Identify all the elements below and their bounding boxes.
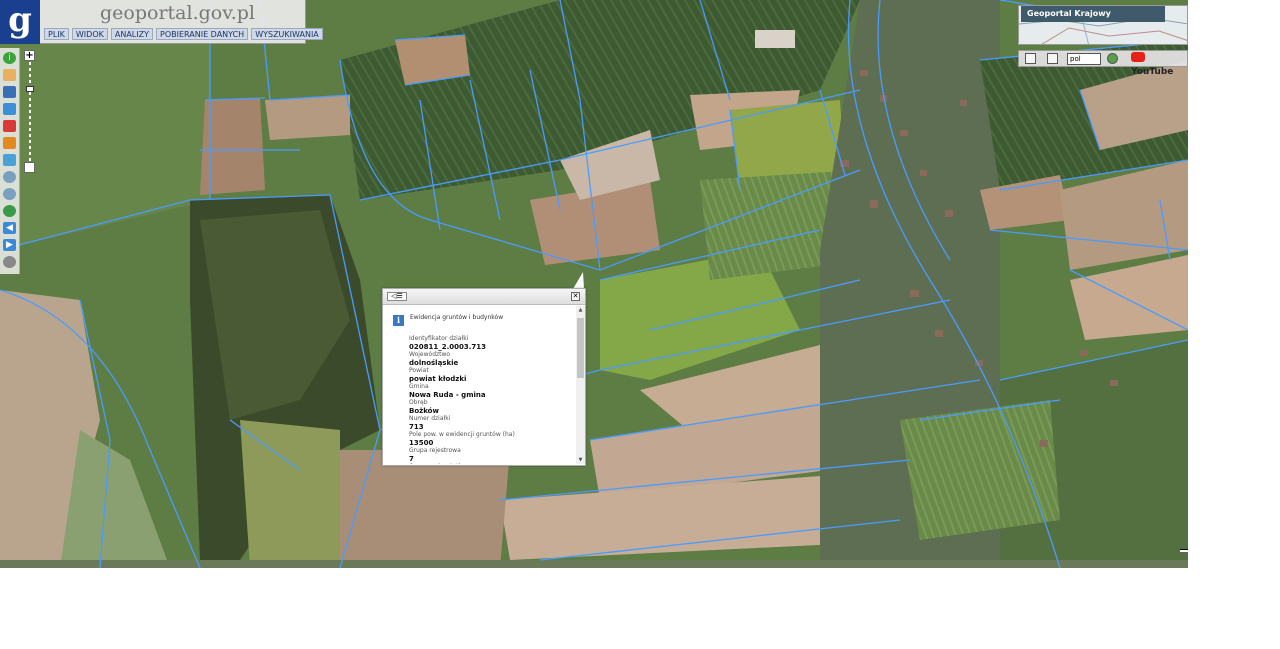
zoom-handle[interactable] (26, 86, 34, 92)
help-icon[interactable] (1107, 53, 1118, 64)
main-menu: PLIK WIDOK ANALIZY POBIERANIE DANYCH WYS… (44, 28, 323, 40)
left-toolbar: i ◀ ▶ (0, 48, 20, 274)
attribute-label: Pole pow. w ewidencji gruntów (ha) (409, 431, 515, 438)
print-icon[interactable] (3, 120, 16, 132)
attribute-label: Powiat (409, 367, 429, 374)
forward-icon[interactable]: ▶ (3, 239, 16, 251)
brand-title: geoportal.gov.pl (100, 2, 255, 24)
overview-map[interactable]: Geoportal Krajowy (1018, 5, 1188, 45)
attribute-list: Identyfikator działki 020811_2.0003.713 Wo… (409, 335, 574, 464)
back-icon[interactable]: ◀ (3, 222, 16, 234)
attribute-value: powiat kłodzki (409, 375, 467, 383)
popup-scrollbar[interactable]: ▲ ▼ (576, 306, 585, 464)
popup-titlebar: ◁☰ ✕ (383, 289, 585, 305)
globe-icon[interactable] (3, 205, 16, 217)
bookmark-icon[interactable] (1025, 53, 1036, 64)
aerial-photo (0, 0, 1188, 568)
feature-info-popup: ◁☰ ✕ i Ewidencja gruntów i budynków Iden… (382, 288, 586, 466)
scroll-down-icon[interactable]: ▼ (577, 457, 584, 463)
attribute-label: Gmina (409, 383, 429, 390)
menu-analizy[interactable]: ANALIZY (110, 28, 153, 40)
attribute-label: Identyfikator działki (409, 335, 469, 342)
attribute-value: 13500 (409, 439, 434, 447)
zoom-plus-button[interactable]: + (24, 50, 35, 61)
menu-widok[interactable]: WIDOK (71, 28, 108, 40)
info-icon[interactable]: i (3, 52, 16, 64)
zoom-track[interactable] (29, 62, 31, 162)
menu-plik[interactable]: PLIK (44, 28, 69, 40)
zoom-slider[interactable]: + (24, 50, 36, 174)
popup-collapse-button[interactable]: ◁☰ (387, 292, 407, 301)
full-extent-icon[interactable] (3, 256, 16, 268)
select-icon[interactable] (3, 103, 16, 115)
app-header: g geoportal.gov.pl PLIK WIDOK ANALIZY PO… (0, 0, 323, 44)
attribute-label: Obręb (409, 399, 428, 406)
attribute-label: Grupa rejestrowa (409, 447, 461, 454)
attribute-label: Numer działki (409, 415, 451, 422)
attribute-label: Województwo (409, 351, 451, 358)
layers-icon[interactable] (3, 86, 16, 98)
attribute-value: Nowa Ruda - gmina (409, 391, 486, 399)
attribute-value: dolnośląskie (409, 359, 459, 367)
scroll-up-icon[interactable]: ▲ (577, 307, 584, 313)
youtube-link[interactable]: YouTube (1131, 52, 1187, 79)
language-select[interactable]: pol (1067, 53, 1101, 65)
printer-icon[interactable] (1047, 53, 1058, 64)
overview-title: Geoportal Krajowy (1021, 6, 1165, 22)
menu-pobieranie-danych[interactable]: POBIERANIE DANYCH (156, 28, 249, 40)
zoom-in-icon[interactable] (3, 171, 16, 183)
right-toolbar: pol YouTube (1018, 50, 1188, 77)
zoom-out-icon[interactable] (3, 188, 16, 200)
popup-close-button[interactable]: ✕ (571, 292, 580, 301)
attribute-value: Bożków (409, 407, 439, 415)
scroll-thumb[interactable] (577, 318, 584, 378)
attribute-value: 713 (409, 423, 424, 431)
geoportal-logo[interactable]: g (0, 0, 40, 44)
youtube-label: YouTube (1131, 67, 1174, 77)
attribute-value: 7 (409, 455, 414, 463)
scale-icon[interactable] (3, 154, 16, 166)
zoom-minus-button[interactable] (24, 162, 35, 173)
pan-icon[interactable] (3, 69, 16, 81)
popup-body: i Ewidencja gruntów i budynków Identyfik… (383, 306, 577, 464)
scale-bar (1180, 549, 1188, 552)
measure-icon[interactable] (3, 137, 16, 149)
youtube-icon (1131, 52, 1145, 62)
map-canvas[interactable] (0, 0, 1188, 568)
attribute-value: 020811_2.0003.713 (409, 343, 487, 351)
popup-pointer (573, 272, 584, 289)
menu-wyszukiwania[interactable]: WYSZUKIWANIA (251, 28, 323, 40)
popup-heading: Ewidencja gruntów i budynków (410, 314, 504, 321)
info-icon: i (393, 315, 404, 326)
attribute-label: Oznaczenie użytku (409, 463, 574, 464)
